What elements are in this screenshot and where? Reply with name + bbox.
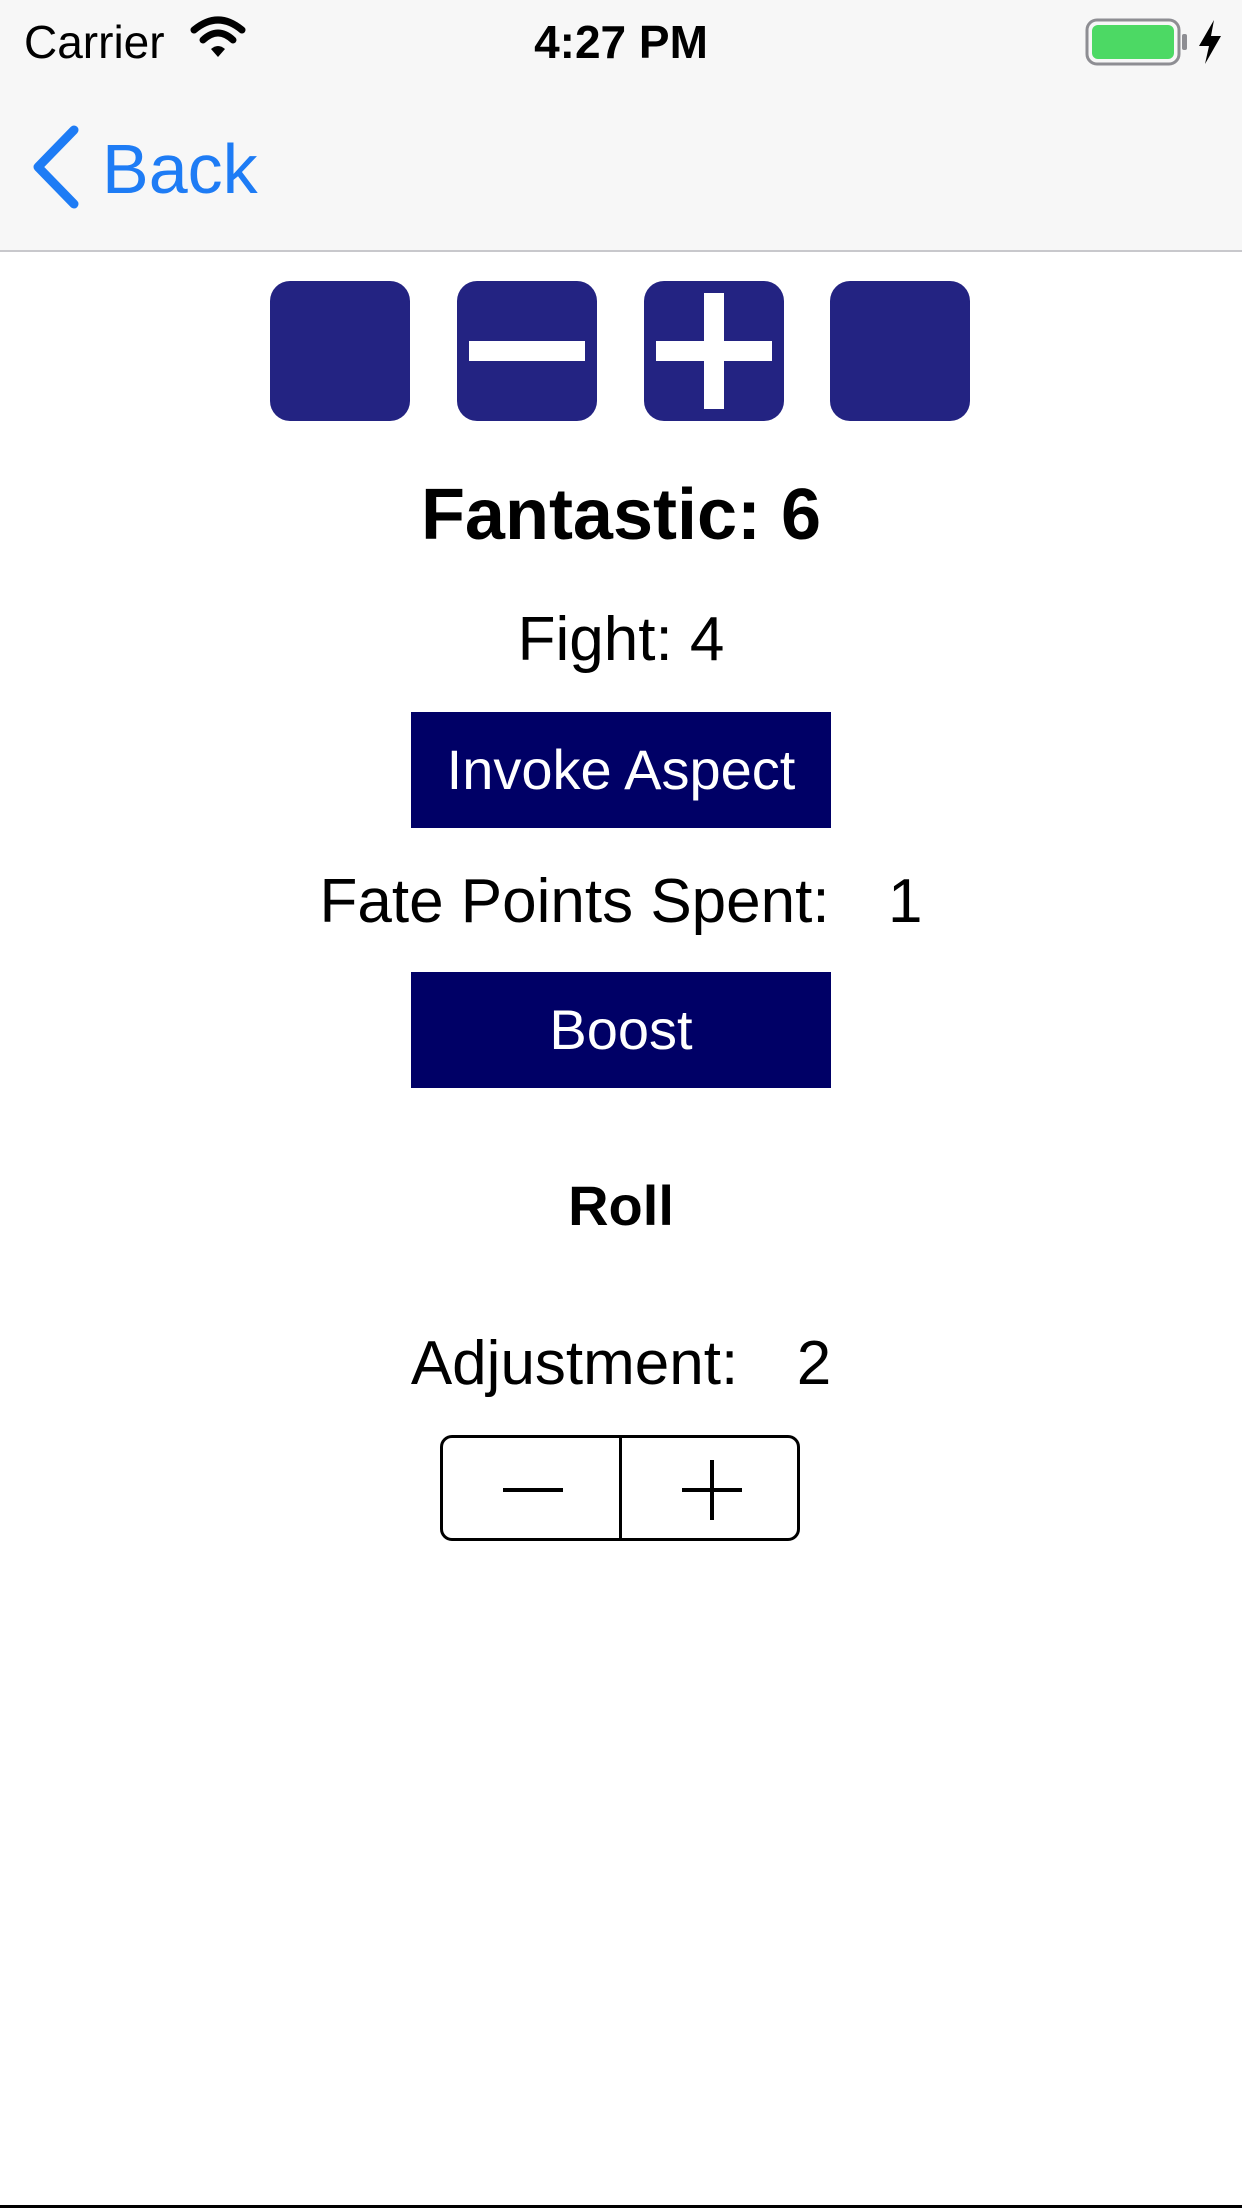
- plus-die-icon[interactable]: [644, 281, 784, 421]
- roll-button[interactable]: Roll: [0, 1170, 1242, 1242]
- adjustment-row: Adjustment: 2: [0, 1322, 1242, 1406]
- fate-points-row: Fate Points Spent: 1: [0, 860, 1242, 944]
- charging-bolt-icon: [1196, 18, 1224, 71]
- adjustment-label: Adjustment:: [410, 1329, 739, 1398]
- adjustment-value: 2: [796, 1329, 832, 1398]
- minus-die-icon[interactable]: [457, 281, 597, 421]
- back-label: Back: [102, 130, 258, 208]
- minus-icon: [503, 1488, 563, 1492]
- adjustment-stepper: [440, 1435, 800, 1541]
- dice-row: [270, 281, 970, 421]
- chevron-left-icon: [30, 124, 80, 215]
- result-label: Fantastic: 6: [420, 475, 822, 555]
- status-bar: Carrier 4:27 PM: [0, 0, 1242, 84]
- battery-icon: [1085, 18, 1189, 71]
- skill-label: Fight: 4: [517, 605, 725, 674]
- back-button[interactable]: Back: [30, 124, 258, 215]
- invoke-aspect-button[interactable]: Invoke Aspect: [411, 712, 831, 828]
- fate-points-label: Fate Points Spent:: [319, 867, 830, 936]
- boost-button[interactable]: Boost: [411, 972, 831, 1088]
- blank-die-icon[interactable]: [830, 281, 970, 421]
- blank-die-icon[interactable]: [270, 281, 410, 421]
- navigation-bar: Back: [0, 84, 1242, 252]
- status-time: 4:27 PM: [534, 16, 708, 68]
- increment-button[interactable]: [618, 1438, 798, 1538]
- fate-points-value: 1: [888, 867, 923, 936]
- decrement-button[interactable]: [443, 1438, 619, 1538]
